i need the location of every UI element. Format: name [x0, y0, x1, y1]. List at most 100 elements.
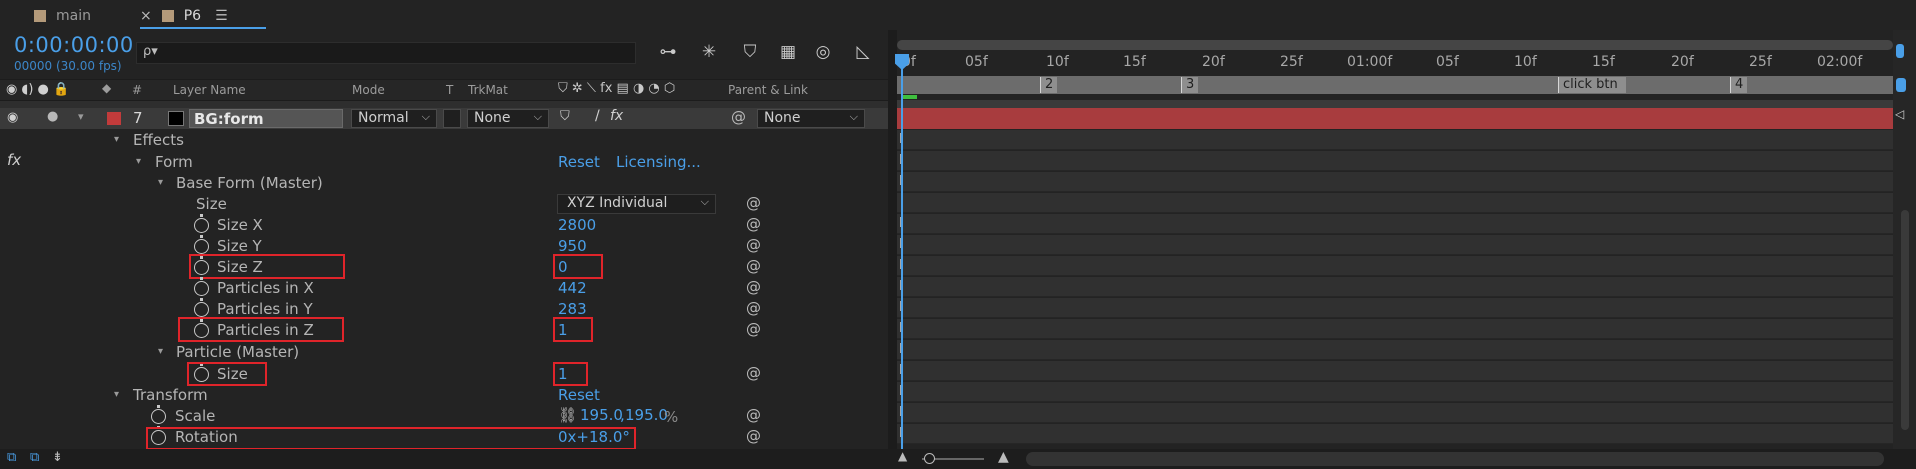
scale-y-value[interactable]: 195.0 — [625, 406, 668, 424]
particles-z-row[interactable]: Particles in Z 1 @ — [0, 319, 888, 341]
particles-y-row[interactable]: Particles in Y 283 @ — [0, 298, 888, 320]
stopwatch-icon[interactable] — [194, 235, 209, 254]
horizontal-scrollbar[interactable] — [1026, 452, 1884, 466]
zoom-out-icon[interactable]: ▲ — [898, 449, 907, 463]
size-mode-dropdown[interactable]: XYZ Individual ⌵ — [557, 194, 716, 214]
column-parent[interactable]: Parent & Link — [728, 83, 808, 97]
zoom-slider-handle[interactable] — [924, 453, 935, 464]
pick-whip-icon[interactable]: @ — [746, 406, 761, 424]
search-input[interactable]: ρ▾ — [136, 42, 636, 64]
transform-row[interactable]: ▾ Transform Reset — [0, 385, 888, 406]
toggle-modes-icon[interactable]: ⧉ — [30, 450, 39, 465]
expand-triangle-icon[interactable]: ▾ — [114, 389, 119, 400]
toggle-render-time-icon[interactable]: ⇟ — [52, 450, 63, 465]
vertical-scroll-thumb[interactable] — [1901, 210, 1909, 430]
particles-x-value[interactable]: 442 — [558, 279, 587, 297]
constrain-proportions-icon[interactable]: ⛓ — [558, 406, 577, 424]
time-ruler[interactable]: 0f 05f 10f 15f 20f 25f 01:00f 05f 10f 15… — [897, 52, 1893, 76]
mode-dropdown[interactable]: Normal ⌵ — [351, 109, 437, 128]
scale-row[interactable]: Scale ⛓ 195.0 , 195.0 % @ — [0, 405, 888, 427]
size-z-row[interactable]: Size Z 0 @ — [0, 256, 888, 278]
comp-marker-bin-icon[interactable]: ◁ — [1895, 107, 1904, 121]
comp-marker[interactable]: 3 — [1181, 77, 1199, 93]
layer-duration-bar[interactable] — [897, 108, 1893, 129]
panel-menu-icon[interactable]: ☰ — [215, 8, 228, 24]
pick-whip-icon[interactable]: @ — [731, 108, 746, 126]
pick-whip-icon[interactable]: @ — [746, 215, 761, 233]
particles-x-row[interactable]: Particles in X 442 @ — [0, 277, 888, 299]
graph-editor-icon[interactable]: ◺ — [850, 42, 876, 64]
stopwatch-icon[interactable] — [194, 298, 209, 317]
size-x-row[interactable]: Size X 2800 @ — [0, 214, 888, 236]
column-mode[interactable]: Mode — [352, 83, 385, 97]
expand-triangle-icon[interactable]: ▾ — [158, 346, 163, 357]
composition-flowchart-icon[interactable]: ⊶ — [655, 42, 681, 64]
stopwatch-icon[interactable] — [151, 405, 166, 424]
motion-blur-icon[interactable]: ◎ — [810, 42, 836, 64]
pick-whip-icon[interactable]: @ — [746, 299, 761, 317]
pick-whip-icon[interactable]: @ — [746, 194, 761, 212]
shy-switch-icon[interactable]: ⛉ — [560, 109, 570, 124]
form-effect-row[interactable]: ▾ Form Reset Licensing... — [0, 152, 888, 173]
expand-triangle-icon[interactable]: ▾ — [114, 134, 119, 145]
scale-x-value[interactable]: 195.0 — [580, 406, 623, 424]
column-t[interactable]: T — [446, 83, 453, 97]
pick-whip-icon[interactable]: @ — [746, 257, 761, 275]
previous-layer-row[interactable] — [0, 101, 888, 108]
timeline-scrollbar[interactable]: ◁ — [1893, 30, 1916, 450]
visibility-eye-icon[interactable]: ◉ — [7, 110, 18, 125]
work-area-bar[interactable] — [897, 40, 1893, 50]
comp-marker[interactable]: 4 — [1730, 77, 1748, 93]
draft-3d-icon[interactable]: ✳ — [696, 42, 722, 64]
ruler-tick: 15f — [1123, 54, 1146, 70]
tab-main[interactable]: main — [34, 5, 91, 27]
column-layer-name[interactable]: Layer Name — [173, 83, 246, 97]
tab-p6[interactable]: × P6 ☰ — [140, 5, 228, 27]
expand-triangle-icon[interactable]: ▾ — [136, 156, 141, 167]
work-area-end-handle[interactable] — [1896, 44, 1904, 58]
stopwatch-icon[interactable] — [194, 277, 209, 296]
size-x-value[interactable]: 2800 — [558, 216, 596, 234]
comp-marker[interactable]: click btn — [1558, 77, 1626, 93]
current-time-display[interactable]: 0:00:00:00 — [14, 33, 134, 57]
current-time-indicator[interactable] — [901, 56, 903, 451]
comp-marker[interactable]: 2 — [1040, 77, 1058, 93]
effects-group-row[interactable]: ▾ Effects — [0, 130, 888, 151]
frame-blending-icon[interactable]: ▦ — [775, 42, 801, 64]
size-y-value[interactable]: 950 — [558, 237, 587, 255]
base-form-row[interactable]: ▾ Base Form (Master) — [0, 173, 888, 194]
particles-y-value[interactable]: 283 — [558, 300, 587, 318]
expand-triangle-icon[interactable]: ▾ — [158, 177, 163, 188]
pick-whip-icon[interactable]: @ — [746, 364, 761, 382]
collapse-triangle-icon[interactable]: ▾ — [78, 110, 84, 123]
pick-whip-icon[interactable]: @ — [746, 427, 761, 445]
quality-switch-icon[interactable]: / — [595, 108, 600, 124]
zoom-in-icon[interactable]: ▲ — [998, 449, 1009, 465]
time-navigator-end-handle[interactable] — [1896, 78, 1906, 92]
toggle-switches-icon[interactable]: ⧉ — [7, 450, 16, 465]
parent-dropdown[interactable]: None ⌵ — [757, 109, 865, 128]
stopwatch-icon[interactable] — [194, 214, 209, 233]
particle-master-row[interactable]: ▾ Particle (Master) — [0, 342, 888, 363]
label-color-swatch[interactable] — [107, 112, 121, 125]
transform-reset-link[interactable]: Reset — [558, 386, 600, 404]
column-trkmat[interactable]: TrkMat — [468, 83, 508, 97]
form-reset-link[interactable]: Reset — [558, 153, 600, 171]
layer-row-bg-form[interactable]: ◉ ● ▾ 7 BG:form Normal ⌵ None ⌵ ⛉ / fx @… — [0, 108, 888, 129]
effects-switch-icon[interactable]: fx — [610, 108, 623, 124]
panel-divider[interactable] — [888, 30, 897, 449]
pick-whip-icon[interactable]: @ — [746, 236, 761, 254]
pick-whip-icon[interactable]: @ — [746, 278, 761, 296]
licensing-link[interactable]: Licensing... — [616, 153, 701, 171]
trkmat-dropdown[interactable]: None ⌵ — [467, 109, 549, 128]
pick-whip-icon[interactable]: @ — [746, 320, 761, 338]
marker-track[interactable]: 2 3 click btn 4 — [897, 76, 1893, 94]
size-row[interactable]: Size XYZ Individual ⌵ @ — [0, 194, 888, 215]
preserve-transparency-toggle[interactable] — [443, 109, 461, 128]
solo-icon[interactable]: ● — [47, 109, 58, 124]
close-icon[interactable]: × — [140, 8, 152, 24]
particle-size-row[interactable]: Size 1 @ — [0, 363, 888, 385]
size-y-row[interactable]: Size Y 950 @ — [0, 235, 888, 257]
shy-layers-icon[interactable]: ⛉ — [737, 42, 763, 64]
layer-name-field[interactable]: BG:form — [189, 109, 343, 128]
